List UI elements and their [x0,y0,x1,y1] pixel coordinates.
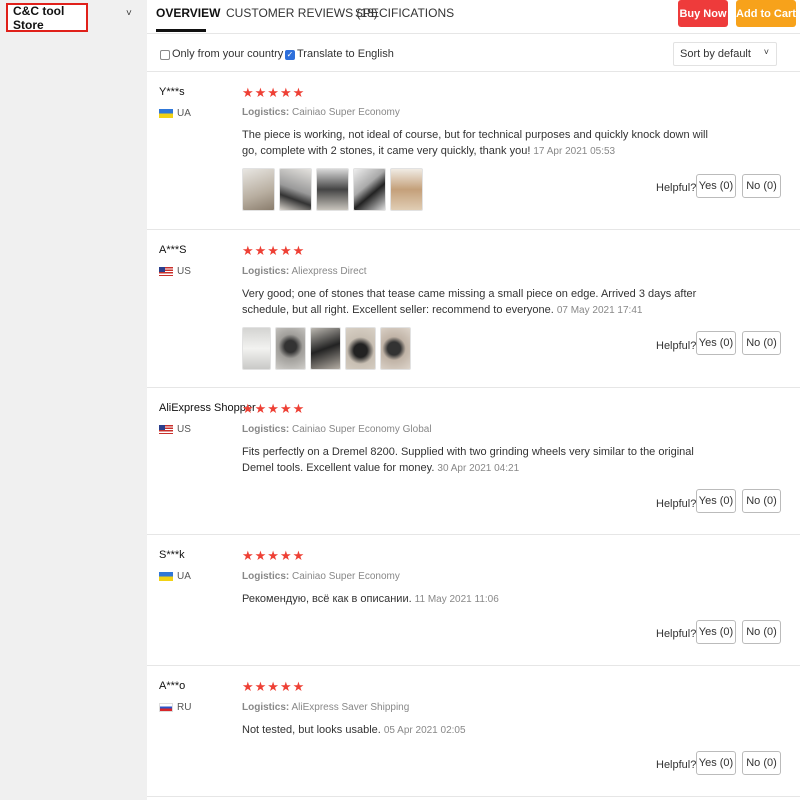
only-country-label[interactable]: Only from your country [172,48,283,60]
helpful-no-button[interactable]: No (0) [742,620,781,644]
review-photos [242,168,423,211]
store-name: C&C tool Store [13,3,65,32]
russia-flag-icon [159,703,173,712]
helpful-label: Helpful? [656,182,697,194]
review-photo[interactable] [316,168,349,211]
review-photo[interactable] [380,327,411,370]
review-filter-bar: Only from your country ✓ Translate to En… [147,38,800,72]
review-item: Y***s UA ★★★★★ Logistics: Cainiao Super … [147,72,800,230]
us-flag-icon [159,425,173,434]
review-item: AliExpress Shopper US ★★★★★ Logistics: C… [147,388,800,535]
helpful-yes-button[interactable]: Yes (0) [696,174,736,198]
review-item: S***k UA ★★★★★ Logistics: Cainiao Super … [147,535,800,666]
helpful-no-button[interactable]: No (0) [742,489,781,513]
tab-specifications[interactable]: SPECIFICATIONS [355,6,454,20]
reviewer-country: RU [159,702,191,713]
logistics-info: Logistics: AliExpress Saver Shipping [242,702,410,713]
review-photo[interactable] [390,168,423,211]
logistics-info: Logistics: Cainiao Super Economy Global [242,424,432,435]
review-date: 30 Apr 2021 04:21 [437,463,520,474]
rating-stars: ★★★★★ [242,548,306,563]
translate-checkbox[interactable]: ✓ [285,50,295,60]
reviewer-name: S***k [159,549,185,561]
top-nav: OVERVIEW CUSTOMER REVIEWS (18) SPECIFICA… [147,0,800,34]
review-photo[interactable] [279,168,312,211]
review-photo[interactable] [345,327,376,370]
helpful-no-button[interactable]: No (0) [742,751,781,775]
review-text: Рекомендую, всё как в описании. 11 May 20… [242,593,499,605]
ukraine-flag-icon [159,109,173,118]
add-to-cart-button[interactable]: Add to Cart [736,0,796,27]
chevron-down-icon: ˅ [763,47,769,57]
review-date: 07 May 2021 17:41 [556,305,643,316]
review-photo[interactable] [242,327,271,370]
helpful-label: Helpful? [656,628,697,640]
chevron-down-icon[interactable]: ˅ [126,8,132,19]
sort-value: Sort by default [680,48,751,60]
rating-stars: ★★★★★ [242,401,306,416]
ukraine-flag-icon [159,572,173,581]
review-photo[interactable] [275,327,306,370]
logistics-info: Logistics: Cainiao Super Economy [242,107,400,118]
tab-overview[interactable]: OVERVIEW [156,6,220,20]
review-photos [242,327,411,370]
helpful-no-button[interactable]: No (0) [742,174,781,198]
helpful-label: Helpful? [656,340,697,352]
only-country-checkbox[interactable] [160,50,170,60]
active-tab-indicator [156,29,206,32]
reviewer-country: UA [159,108,191,119]
reviewer-name: A***S [159,244,187,256]
review-photo[interactable] [310,327,341,370]
helpful-yes-button[interactable]: Yes (0) [696,489,736,513]
sidebar [0,0,147,800]
reviewer-country: US [159,424,191,435]
helpful-label: Helpful? [656,498,697,510]
review-text: Very good; one of stones that tease came… [242,288,697,316]
translate-label[interactable]: Translate to English [297,48,394,60]
store-name-button[interactable]: C&C tool Store [6,3,88,32]
reviewer-name: A***o [159,680,186,692]
review-text: The piece is working, not ideal of cours… [242,129,708,157]
helpful-no-button[interactable]: No (0) [742,331,781,355]
logistics-info: Logistics: Cainiao Super Economy [242,571,400,582]
reviewer-name: Y***s [159,86,185,98]
review-photo[interactable] [353,168,386,211]
sort-select[interactable]: Sort by default ˅ [673,42,777,66]
helpful-label: Helpful? [656,759,697,771]
reviewer-country: US [159,266,191,277]
rating-stars: ★★★★★ [242,85,306,100]
review-date: 05 Apr 2021 02:05 [383,725,466,736]
rating-stars: ★★★★★ [242,679,306,694]
review-text: Not tested, but looks usable. 05 Apr 2021… [242,724,466,736]
helpful-yes-button[interactable]: Yes (0) [696,331,736,355]
us-flag-icon [159,267,173,276]
review-item: A***S US ★★★★★ Logistics: Aliexpress Dir… [147,230,800,388]
helpful-yes-button[interactable]: Yes (0) [696,751,736,775]
review-text: Fits perfectly on a Dremel 8200. Supplie… [242,446,694,474]
logistics-info: Logistics: Aliexpress Direct [242,266,367,277]
review-item: A***o RU ★★★★★ Logistics: AliExpress Sav… [147,666,800,797]
rating-stars: ★★★★★ [242,243,306,258]
review-photo[interactable] [242,168,275,211]
helpful-yes-button[interactable]: Yes (0) [696,620,736,644]
review-date: 11 May 2021 11:06 [414,594,499,605]
review-date: 17 Apr 2021 05:53 [533,146,616,157]
reviewer-country: UA [159,571,191,582]
buy-now-button[interactable]: Buy Now [678,0,728,27]
